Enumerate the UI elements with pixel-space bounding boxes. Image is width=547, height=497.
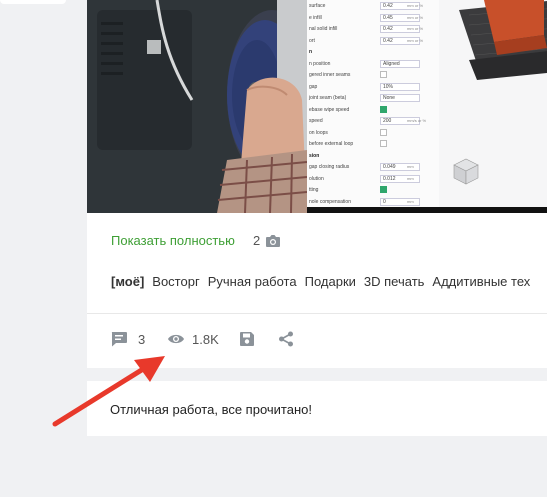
settings-row-label: joint seam (beta): [309, 95, 347, 101]
post-media[interactable]: surface 0.42 mm or % e infill 0.45 mm or % nal…: [87, 0, 547, 213]
settings-row-label: gap: [309, 83, 318, 90]
settings-row-checkbox: [380, 105, 387, 113]
settings-row-unit: mm or %: [407, 26, 423, 31]
settings-row: gap closing radius 0.049 mm: [307, 162, 437, 172]
settings-row: tting: [307, 185, 437, 195]
comments-count: 3: [138, 331, 146, 347]
show-more-link[interactable]: Показать полностью: [111, 233, 235, 248]
previous-card-edge: [0, 0, 66, 4]
settings-row: joint seam (beta) None: [307, 93, 437, 103]
settings-row: surface 0.42 mm or %: [307, 1, 437, 11]
settings-row-label: nal solid infill: [309, 26, 338, 32]
settings-row: nal solid infill 0.42 mm or %: [307, 24, 437, 34]
divider: [87, 313, 547, 314]
settings-row-label: surface: [309, 3, 326, 9]
settings-row-label: olution: [309, 175, 324, 182]
settings-row: olution 0.012 mm: [307, 174, 437, 184]
comment-icon: [110, 330, 128, 348]
settings-row: ort 0.42 mm or %: [307, 36, 437, 46]
eye-icon: [167, 333, 185, 345]
settings-row: n position Aligned: [307, 59, 437, 69]
settings-row: gered inner seams: [307, 70, 437, 80]
slicer-3d-view: [439, 0, 547, 213]
settings-row-label: speed: [309, 118, 323, 124]
settings-row-label: n: [309, 49, 313, 55]
tag-list: [моё] Восторг Ручная работа Подарки 3D печат…: [111, 274, 538, 289]
settings-row-checkbox: [380, 71, 387, 78]
tags-fade-overlay: [527, 268, 547, 294]
settings-panel: surface 0.42 mm or % e infill 0.45 mm or % nal…: [307, 0, 437, 213]
settings-row-value: 0.049: [380, 163, 420, 171]
settings-row-unit: mm: [407, 175, 414, 181]
settings-row-label: n position: [309, 60, 331, 67]
settings-row-value: 10%: [380, 82, 420, 91]
slicer-screenshot[interactable]: surface 0.42 mm or % e infill 0.45 mm or % nal…: [307, 0, 547, 213]
settings-row: gap 10%: [307, 82, 437, 92]
settings-row: e infill 0.45 mm or %: [307, 13, 437, 23]
views-count: 1.8K: [192, 331, 219, 347]
tag-link[interactable]: Восторг: [152, 274, 199, 289]
save-icon: [239, 331, 255, 347]
post-actions: 3 1.8K: [87, 326, 547, 352]
3d-scene: [439, 0, 547, 213]
settings-row-value: 0: [380, 197, 420, 206]
settings-row-unit: mm or %: [407, 14, 423, 20]
screenshot-black-bar: [307, 207, 547, 213]
comment-text: Отличная работа, все прочитано!: [110, 402, 312, 417]
settings-row: on loops: [307, 128, 437, 138]
settings-row-label: on loops: [309, 129, 328, 136]
settings-row-value: Aligned: [380, 59, 420, 68]
settings-row: nole compensation 0 mm: [307, 197, 437, 207]
save-button[interactable]: [239, 326, 255, 352]
settings-row-label: tting: [309, 187, 319, 193]
settings-row-unit: mm: [407, 164, 414, 169]
tag-link[interactable]: Аддитивные тех: [432, 274, 530, 289]
settings-row-checkbox: [380, 128, 387, 136]
settings-row-label: before external loop: [309, 141, 354, 147]
settings-row: ebase wipe speed: [307, 105, 437, 115]
camera-icon: [265, 234, 281, 248]
share-icon: [278, 331, 294, 347]
settings-row-label: nole compensation: [309, 198, 351, 205]
settings-row-label: ebase wipe speed: [309, 106, 350, 113]
settings-row-value: 0.012: [380, 174, 420, 183]
tag-link[interactable]: 3D печать: [364, 274, 425, 289]
settings-row-unit: mm: [407, 198, 414, 204]
settings-row-checkbox: [380, 140, 387, 147]
settings-row: sion: [307, 151, 437, 161]
settings-row: speed 200 mm/s or %: [307, 116, 437, 126]
settings-row-unit: mm/s or %: [407, 118, 427, 123]
settings-row-label: e infill: [309, 14, 322, 21]
settings-row-unit: mm or %: [407, 37, 423, 43]
settings-row-checkbox: [380, 186, 387, 193]
settings-row-label: sion: [309, 152, 320, 159]
post-card: surface 0.42 mm or % e infill 0.45 mm or % nal…: [87, 0, 547, 368]
share-button[interactable]: [278, 326, 294, 352]
settings-row-label: gered inner seams: [309, 72, 351, 78]
comment-card: Отличная работа, все прочитано!: [87, 381, 547, 436]
post-photo[interactable]: [87, 0, 307, 213]
views-counter: 1.8K: [167, 326, 219, 352]
settings-row-value: None: [380, 94, 420, 102]
tag-link[interactable]: Подарки: [305, 274, 356, 289]
settings-row-label: ort: [309, 37, 315, 44]
settings-row-label: gap closing radius: [309, 164, 350, 170]
tag-link[interactable]: [моё]: [111, 274, 144, 289]
comments-button[interactable]: 3: [110, 326, 145, 352]
photo-illustration: [87, 0, 307, 213]
settings-row-unit: mm or %: [407, 3, 423, 8]
photo-count: 2: [253, 233, 261, 248]
settings-row: before external loop: [307, 139, 437, 149]
tag-link[interactable]: Ручная работа: [208, 274, 297, 289]
settings-row: n: [307, 47, 437, 57]
